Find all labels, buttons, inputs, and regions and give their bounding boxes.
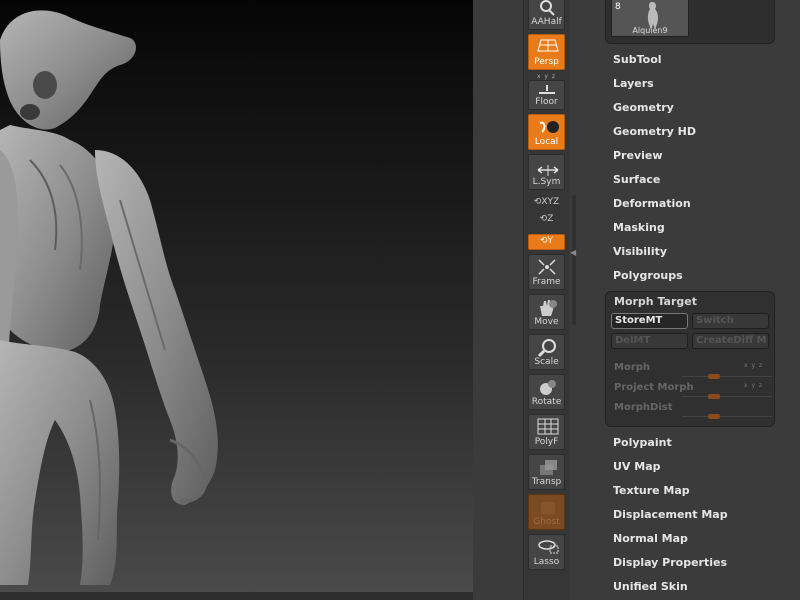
frame-button[interactable]: Frame [528, 254, 565, 290]
frame-label: Frame [532, 277, 561, 287]
morph-dist-slider[interactable] [682, 416, 772, 417]
collapse-arrow-icon[interactable]: ◀ [570, 248, 576, 257]
local-button[interactable]: Local [528, 114, 565, 150]
morph-dist-slider-label: MorphDist [614, 402, 673, 413]
menu-unified-skin[interactable]: Unified Skin [613, 580, 688, 594]
persp-label: Persp [534, 57, 559, 67]
hand-icon [540, 300, 557, 316]
transp-label: Transp [531, 477, 562, 487]
local-label: Local [534, 137, 559, 147]
polyf-button[interactable]: PolyF [528, 414, 565, 450]
ghost-button[interactable]: Ghost [528, 494, 565, 530]
menu-texture-map[interactable]: Texture Map [613, 484, 690, 498]
symmetry-arrows-icon [537, 165, 559, 176]
rotate-xyz-label: XYZ [541, 197, 560, 207]
menu-layers[interactable]: Layers [613, 77, 654, 91]
tool-thumbnail[interactable]: 8 Alquien9 [611, 0, 689, 37]
menu-polypaint[interactable]: Polypaint [613, 436, 672, 450]
rotate-z-option[interactable]: ⟲Z [528, 214, 565, 224]
lasso-button[interactable]: Lasso [528, 534, 565, 570]
transp-button[interactable]: Transp [528, 454, 565, 490]
menu-preview[interactable]: Preview [613, 149, 663, 163]
palette-scroll-strip[interactable]: ◀ [569, 0, 579, 600]
creature-model [0, 10, 218, 585]
viewport-bottom-bar [0, 592, 473, 600]
menu-polygroups[interactable]: Polygroups [613, 269, 683, 283]
project-morph-slider[interactable] [682, 396, 772, 397]
menu-display-properties[interactable]: Display Properties [613, 556, 727, 570]
menu-surface[interactable]: Surface [613, 173, 660, 187]
morph-slider[interactable] [682, 376, 772, 377]
scale-label: Scale [534, 357, 559, 367]
current-tool-box: 8 Alquien9 [605, 0, 775, 44]
morph-slider-label: Morph [614, 362, 651, 373]
polyframe-grid-icon [537, 418, 559, 435]
persp-button[interactable]: Persp [528, 34, 565, 70]
switch-button[interactable]: Switch [692, 313, 769, 329]
local-pivot-icon [539, 121, 559, 133]
rotate-lock-icon [540, 380, 556, 395]
ghost-icon [541, 502, 555, 514]
menu-visibility[interactable]: Visibility [613, 245, 667, 259]
scale-button[interactable]: Scale [528, 334, 565, 370]
aahalf-button[interactable]: AAHalf [528, 0, 565, 30]
menu-displacement-map[interactable]: Displacement Map [613, 508, 728, 522]
morph-slider-axes: x y z [744, 362, 764, 369]
floor-label: Floor [535, 97, 558, 107]
floor-button[interactable]: Floor [528, 80, 565, 110]
rotate-y-option[interactable]: ⟲Y [528, 234, 565, 250]
scroll-thumb[interactable] [572, 195, 576, 325]
tool-palette: 8 Alquien9 SubTool Layers Geometry Geome… [579, 0, 800, 600]
ghost-label: Ghost [533, 517, 560, 527]
floor-icon [539, 85, 555, 94]
lasso-label: Lasso [533, 557, 560, 567]
morph-dist-slider-knob[interactable] [707, 414, 720, 419]
morph-target-title[interactable]: Morph Target [614, 295, 697, 308]
lsym-label: L.Sym [532, 177, 561, 187]
rotate-label: Rotate [531, 397, 562, 407]
magnifier-icon [537, 339, 556, 358]
aahalf-label: AAHalf [531, 17, 562, 27]
perspective-grid-icon [537, 39, 559, 52]
move-label: Move [534, 317, 559, 327]
lsym-button[interactable]: L.Sym [528, 154, 565, 190]
del-mt-button[interactable]: DelMT [611, 333, 688, 349]
project-morph-slider-knob[interactable] [707, 394, 720, 399]
menu-uv-map[interactable]: UV Map [613, 460, 661, 474]
thumbnail-name: Alquien9 [632, 26, 668, 35]
move-button[interactable]: Move [528, 294, 565, 330]
panel-divider [473, 0, 523, 600]
transparency-icon [540, 460, 557, 475]
menu-masking[interactable]: Masking [613, 221, 665, 235]
right-shelf: AAHalf Persp x y z Floor Local L.Sym ⟲XY… [523, 0, 571, 600]
rotate-y-label: ⟲Y [539, 236, 554, 246]
menu-deformation[interactable]: Deformation [613, 197, 691, 211]
magnifier-half-icon [540, 0, 555, 16]
frame-icon [538, 259, 556, 275]
morph-target-panel: Morph Target StoreMT Switch DelMT Create… [605, 291, 775, 427]
rotate-xyz-option[interactable]: ⟲XYZ [528, 197, 565, 207]
menu-subtool[interactable]: SubTool [613, 53, 662, 67]
polyf-label: PolyF [534, 437, 559, 447]
project-morph-slider-axes: x y z [744, 382, 764, 389]
menu-geometry-hd[interactable]: Geometry HD [613, 125, 696, 139]
menu-geometry[interactable]: Geometry [613, 101, 674, 115]
project-morph-slider-label: Project Morph [614, 382, 694, 393]
create-diff-mesh-button[interactable]: CreateDiff M [692, 333, 769, 349]
menu-normal-map[interactable]: Normal Map [613, 532, 688, 546]
lasso-icon [538, 540, 559, 554]
rotate-z-label: Z [547, 214, 554, 224]
viewport-canvas[interactable] [0, 0, 473, 592]
store-mt-button[interactable]: StoreMT [611, 313, 688, 329]
rotate-button[interactable]: Rotate [528, 374, 565, 410]
floor-axes-label: x y z [536, 73, 557, 80]
morph-slider-knob[interactable] [707, 374, 720, 379]
